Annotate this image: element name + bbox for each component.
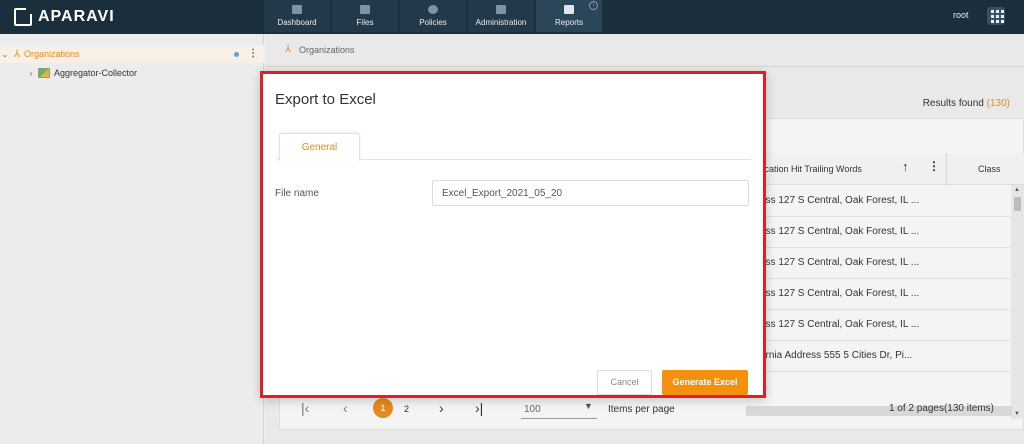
aparavi-logo[interactable]: APARAVI [14,6,115,27]
gear-icon [428,5,438,14]
first-page-icon[interactable]: |‹ [301,400,309,416]
column-menu-icon[interactable]: ⋮ [928,159,940,173]
status-dot [234,52,239,57]
table-cell: ess 127 S Central, Oak Forest, IL ... [760,226,920,237]
column-header[interactable]: fication Hit Trailing Words [760,164,862,174]
chevron-right-icon[interactable]: › [26,69,36,78]
tree-item-label: Aggregator-Collector [54,68,138,78]
prev-page-icon[interactable]: ‹ [343,400,348,416]
org-icon: ⅄ [13,48,21,60]
breadcrumb: ⅄ Organizations [281,44,355,55]
clipboard-icon [564,5,574,14]
more-options-icon[interactable]: ⋮ [248,48,258,59]
last-page-icon[interactable]: ›| [475,400,483,416]
apps-grid-icon[interactable] [987,7,1005,25]
column-header-next[interactable]: Class [978,164,1001,174]
nav-files-label: Files [356,18,374,27]
top-navigation-bar: APARAVI Dashboard Files Policies Adminis… [0,0,1024,34]
nav-administration-label: Administration [475,18,527,27]
scroll-up-icon[interactable]: ▲ [1014,187,1020,193]
page-1-button[interactable]: 1 [373,398,393,418]
tree-item-organizations[interactable]: ⌄ ⅄ Organizations ⋮ [0,45,264,63]
org-icon: ⅄ [284,44,292,55]
scrollbar-thumb[interactable] [1014,197,1021,211]
export-to-excel-dialog: Export to Excel General File name Cancel… [260,71,766,398]
nav-reports-label: Reports [554,18,583,27]
next-page-icon[interactable]: › [439,400,444,416]
dialog-title: Export to Excel [275,91,376,108]
tab-general[interactable]: General [279,133,360,161]
nav-administration[interactable]: Administration [468,0,534,32]
vertical-scrollbar[interactable]: ▲ ▼ [1011,185,1024,419]
user-name[interactable]: root [953,10,969,20]
users-icon [496,5,506,14]
page-2-button[interactable]: 2 [404,404,409,414]
aggregator-icon [38,68,50,78]
items-per-page-select[interactable]: 100 [524,404,541,415]
table-cell: ornia Address 555 5 Cities Dr, Pi... [760,350,913,361]
info-icon[interactable]: i [589,1,598,10]
cancel-button[interactable]: Cancel [597,370,652,395]
dropdown-caret-icon[interactable]: ▼ [584,401,593,411]
nav-dashboard[interactable]: Dashboard [264,0,330,32]
pages-summary: 1 of 2 pages(130 items) [888,403,994,414]
divider [265,66,1024,67]
column-divider[interactable] [946,153,947,185]
results-label: Results found [922,98,984,109]
nav-dashboard-label: Dashboard [277,18,317,27]
table-cell: ess 127 S Central, Oak Forest, IL ... [760,195,920,206]
table-cell: ess 127 S Central, Oak Forest, IL ... [760,257,920,268]
sidebar-tree: ⌄ ⅄ Organizations ⋮ › Aggregator-Collect… [0,34,264,444]
tree-item-label: Organizations [24,49,80,59]
scroll-down-icon[interactable]: ▼ [1014,411,1020,417]
sort-arrow-up-icon[interactable]: ↑ [902,159,909,174]
nav-policies-label: Policies [419,18,447,27]
folder-icon [360,5,370,14]
file-name-input[interactable] [432,180,749,206]
results-found: Results found (130) [923,98,1010,109]
nav-files[interactable]: Files [332,0,398,32]
main-nav: Dashboard Files Policies Administration … [264,0,604,34]
chevron-down-icon[interactable]: ⌄ [0,50,10,59]
logo-mark-icon [14,6,34,26]
breadcrumb-label[interactable]: Organizations [299,45,355,55]
tree-item-aggregator-collector[interactable]: › Aggregator-Collector [0,64,264,82]
dashboard-icon [292,5,302,14]
generate-excel-button[interactable]: Generate Excel [662,370,748,395]
logo-text: APARAVI [38,8,115,25]
table-cell: ess 127 S Central, Oak Forest, IL ... [760,319,920,330]
pagination: |‹ ‹ 1 2 › ›| 100 ▼ Items per page 1 of … [279,394,1010,426]
file-name-label: File name [275,188,319,199]
items-per-page-label: Items per page [608,404,675,415]
nav-reports[interactable]: Reports i [536,0,602,32]
results-count: (130) [986,98,1010,109]
table-cell: ess 127 S Central, Oak Forest, IL ... [760,288,920,299]
select-underline [521,418,597,419]
nav-policies[interactable]: Policies [400,0,466,32]
